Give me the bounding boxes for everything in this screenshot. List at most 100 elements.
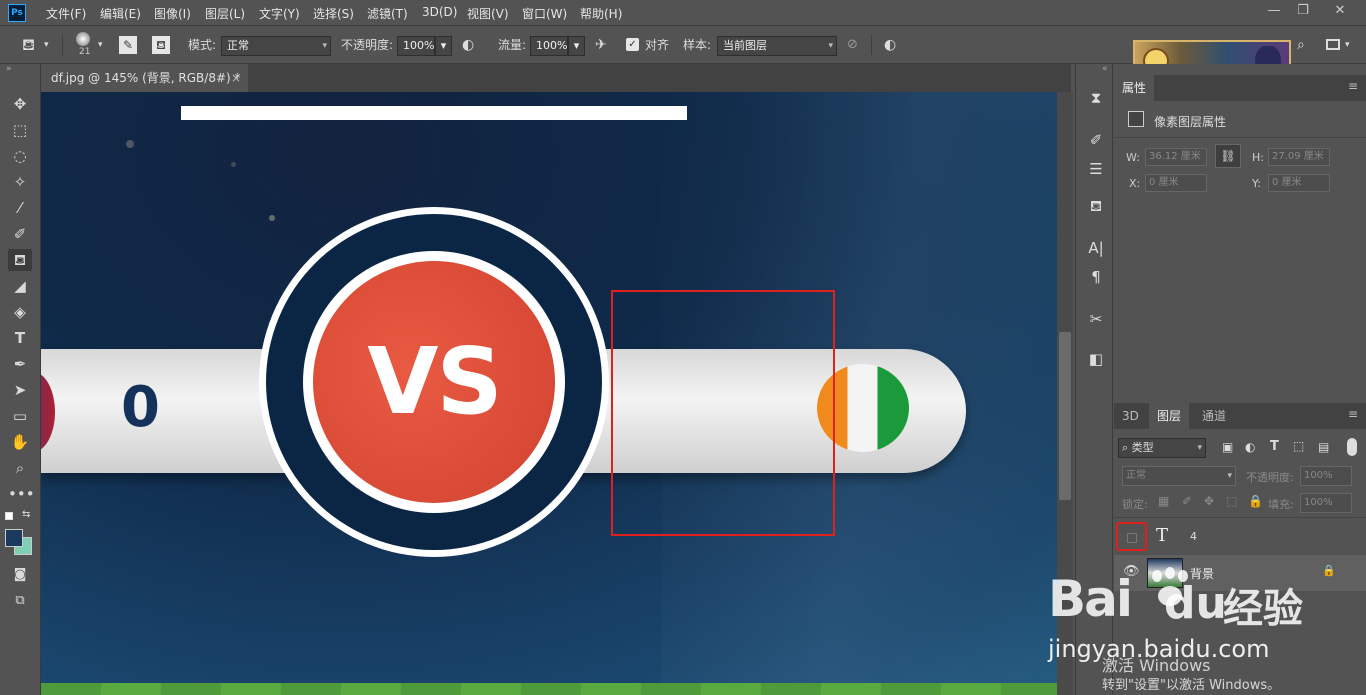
pressure-opacity-icon[interactable]: ◐ — [462, 26, 474, 64]
paint-bucket-tool-icon[interactable]: ◈ — [8, 301, 32, 323]
mode-select[interactable]: 正常 ▾ — [221, 36, 331, 56]
default-colors-icon[interactable] — [5, 512, 13, 520]
sample-select[interactable]: 当前图层 ▾ — [717, 36, 837, 56]
type-tool-icon[interactable]: T — [8, 327, 32, 349]
tab-3d[interactable]: 3D — [1114, 403, 1147, 429]
clone-source-panel-icon[interactable]: ⛾ — [1085, 195, 1107, 217]
menu-file[interactable]: 文件(F) — [46, 5, 86, 22]
character-icon[interactable]: A| — [1085, 237, 1107, 259]
filter-smart-object-icon[interactable]: ▤ — [1318, 440, 1329, 454]
filter-adjustment-icon[interactable]: ◐ — [1245, 440, 1255, 454]
flow-input[interactable]: 100% — [530, 36, 568, 56]
hand-tool-icon[interactable]: ✋ — [8, 431, 32, 453]
eraser-tool-icon[interactable]: ◢ — [8, 275, 32, 297]
clone-stamp-preset-icon[interactable]: ⛾ — [22, 26, 35, 64]
move-tool-icon[interactable]: ✥ — [8, 93, 32, 115]
airbrush-icon[interactable]: ✈ — [595, 26, 607, 64]
align-checkbox[interactable]: ✓ — [626, 38, 639, 51]
menu-type[interactable]: 文字(Y) — [259, 5, 300, 22]
menu-layer[interactable]: 图层(L) — [205, 5, 245, 22]
workspace-chevron-icon[interactable]: ▾ — [1345, 26, 1350, 64]
lock-all-icon[interactable]: 🔒 — [1248, 494, 1263, 508]
tab-properties[interactable]: 属性 — [1114, 75, 1155, 101]
layer-row-background[interactable]: 👁 背景 🔒 — [1114, 555, 1366, 591]
lock-transparent-icon[interactable]: ▦ — [1158, 494, 1169, 508]
menu-help[interactable]: 帮助(H) — [580, 5, 622, 22]
magic-wand-tool-icon[interactable]: ✧ — [8, 171, 32, 193]
opacity-input[interactable]: 100% — [397, 36, 435, 56]
menu-edit[interactable]: 编辑(E) — [100, 5, 141, 22]
lock-position-icon[interactable]: ✥ — [1204, 494, 1214, 508]
panel-menu-icon[interactable]: ≡ — [1348, 79, 1358, 93]
search-icon[interactable]: ⌕ — [1297, 26, 1305, 64]
marquee-tool-icon[interactable]: ⬚ — [8, 119, 32, 141]
menu-window[interactable]: 窗口(W) — [522, 5, 567, 22]
foreground-color-swatch[interactable] — [5, 529, 23, 547]
restore-button[interactable]: ❐ — [1289, 2, 1317, 22]
close-window-button[interactable]: ✕ — [1326, 2, 1354, 22]
lock-pixels-icon[interactable]: ✐ — [1182, 494, 1192, 508]
workspace-icon[interactable] — [1326, 39, 1340, 50]
lasso-tool-icon[interactable]: ◌ — [8, 145, 32, 167]
menu-3d[interactable]: 3D(D) — [422, 5, 457, 19]
ignore-adjustment-icon[interactable]: ⊘ — [847, 26, 858, 64]
y-field[interactable]: 0 厘米 — [1268, 174, 1330, 192]
opacity-chevron-icon[interactable]: ▾ — [435, 36, 452, 56]
quick-mask-icon[interactable]: ◙ — [8, 564, 32, 586]
history-icon[interactable]: ⧗ — [1085, 87, 1107, 109]
vertical-scrollbar-thumb[interactable] — [1059, 332, 1071, 500]
collapse-icon[interactable]: » — [6, 64, 12, 74]
brush-tool-icon[interactable]: ✐ — [8, 223, 32, 245]
brush-tip-icon[interactable] — [76, 32, 90, 46]
filter-type-icon[interactable]: T — [1270, 439, 1279, 454]
canvas[interactable]: 0 VS — [41, 92, 1057, 695]
lock-artboard-icon[interactable]: ⬚ — [1226, 494, 1237, 508]
width-field[interactable]: 36.12 厘米 — [1145, 148, 1207, 166]
paragraph-icon[interactable]: ¶ — [1085, 266, 1107, 288]
path-select-tool-icon[interactable]: ➤ — [8, 379, 32, 401]
layer-row-type[interactable]: T 4 — [1114, 520, 1366, 556]
brush-panel-icon[interactable]: ✐ — [1085, 129, 1107, 151]
fill-field[interactable]: 100% — [1300, 493, 1352, 513]
flow-chevron-icon[interactable]: ▾ — [568, 36, 585, 56]
rectangle-tool-icon[interactable]: ▭ — [8, 405, 32, 427]
height-field[interactable]: 27.09 厘米 — [1268, 148, 1330, 166]
brush-settings-icon[interactable]: ✎ — [119, 36, 137, 54]
document-tab[interactable]: df.jpg @ 145% (背景, RGB/8#) * × — [41, 64, 248, 92]
link-icon[interactable]: ⛓ — [1215, 144, 1241, 168]
panel-menu-icon[interactable]: ≡ — [1348, 407, 1358, 421]
visibility-toggle-hidden[interactable] — [1116, 522, 1147, 551]
layer-name[interactable]: 4 — [1190, 530, 1197, 543]
close-document-icon[interactable]: × — [231, 64, 241, 92]
minimize-button[interactable]: — — [1260, 2, 1288, 22]
pen-tool-icon[interactable]: ✒ — [8, 353, 32, 375]
eyedropper-tool-icon[interactable]: ⁄ — [8, 197, 32, 219]
pressure-size-icon[interactable]: ◐ — [884, 26, 896, 64]
screen-mode-icon[interactable]: ⧉ — [8, 590, 32, 612]
filter-toggle[interactable] — [1347, 438, 1357, 456]
swap-colors-icon[interactable]: ⇆ — [22, 509, 30, 520]
zoom-tool-icon[interactable]: ⌕ — [8, 457, 32, 479]
filter-shape-icon[interactable]: ⬚ — [1293, 439, 1304, 453]
adjustments-icon[interactable]: ☰ — [1085, 158, 1107, 180]
menu-filter[interactable]: 滤镜(T) — [367, 5, 408, 22]
layer-name[interactable]: 背景 — [1190, 565, 1214, 582]
menu-view[interactable]: 视图(V) — [467, 5, 509, 22]
navigator-icon[interactable]: ◧ — [1085, 348, 1107, 370]
more-tools-icon[interactable]: ••• — [8, 483, 35, 505]
clone-stamp-tool-icon[interactable]: ⛾ — [8, 249, 32, 271]
tools-panel-icon[interactable]: ✂ — [1085, 308, 1107, 330]
menu-image[interactable]: 图像(I) — [154, 5, 191, 22]
chevron-down-icon[interactable]: ▾ — [44, 26, 49, 64]
blend-mode-select[interactable]: 正常 ▾ — [1122, 466, 1236, 486]
layer-opacity-field[interactable]: 100% — [1300, 466, 1352, 486]
tab-channels[interactable]: 通道 — [1194, 403, 1234, 429]
collapse-icon[interactable]: « — [1102, 64, 1108, 74]
menu-select[interactable]: 选择(S) — [313, 5, 354, 22]
x-field[interactable]: 0 厘米 — [1145, 174, 1207, 192]
clone-source-icon[interactable]: ⛾ — [152, 36, 170, 54]
filter-pixel-icon[interactable]: ▣ — [1222, 440, 1233, 454]
brush-chevron-icon[interactable]: ▾ — [98, 26, 103, 64]
layer-filter-select[interactable]: ⌕ 类型 ▾ — [1118, 438, 1206, 458]
tab-layers[interactable]: 图层 — [1149, 403, 1190, 429]
